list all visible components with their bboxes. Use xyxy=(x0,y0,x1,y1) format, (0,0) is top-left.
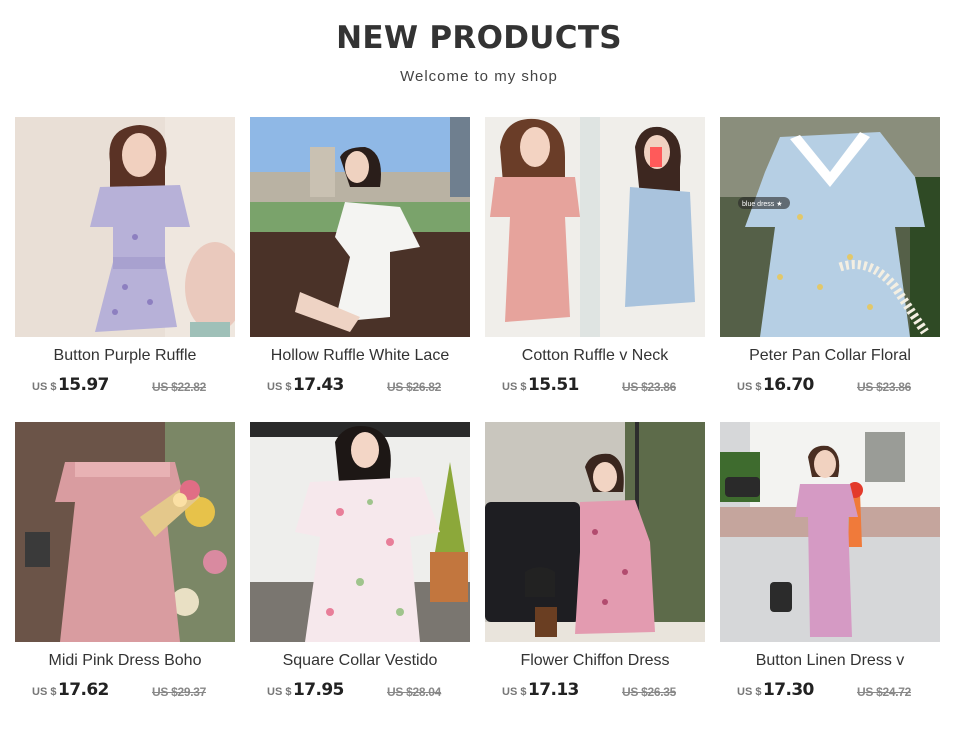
original-price: US $28.04 xyxy=(387,685,442,699)
product-photo[interactable] xyxy=(720,422,940,642)
product-card[interactable]: Button Purple Ruffle US $ 15.97 US $22.8… xyxy=(15,117,235,422)
product-card[interactable]: blue dress ★ Peter Pan Collar Floral US … xyxy=(720,117,940,422)
dress-photo-icon xyxy=(15,117,235,337)
price-row: US $ 16.70 US $23.86 xyxy=(737,375,937,399)
product-name[interactable]: Button Linen Dress v xyxy=(714,652,946,670)
dress-photo-icon xyxy=(250,422,470,642)
product-name[interactable]: Cotton Ruffle v Neck xyxy=(479,347,711,365)
price-row: US $ 15.97 US $22.82 xyxy=(32,375,232,399)
original-price: US $24.72 xyxy=(857,685,912,699)
product-card[interactable]: Midi Pink Dress Boho US $ 17.62 US $29.3… xyxy=(15,422,235,727)
product-name[interactable]: Button Purple Ruffle xyxy=(9,347,241,365)
price-row: US $ 17.13 US $26.35 xyxy=(502,680,702,704)
product-photo[interactable] xyxy=(485,422,705,642)
product-photo[interactable] xyxy=(485,117,705,337)
original-price: US $22.82 xyxy=(152,380,207,394)
product-grid: Button Purple Ruffle US $ 15.97 US $22.8… xyxy=(15,117,940,727)
product-name[interactable]: Hollow Ruffle White Lace xyxy=(244,347,476,365)
price-row: US $ 15.51 US $23.86 xyxy=(502,375,702,399)
price-row: US $ 17.95 US $28.04 xyxy=(267,680,467,704)
currency-label: US $ xyxy=(737,381,762,393)
product-card[interactable]: Button Linen Dress v US $ 17.30 US $24.7… xyxy=(720,422,940,727)
currency-label: US $ xyxy=(737,686,762,698)
price-row: US $ 17.62 US $29.37 xyxy=(32,680,232,704)
product-name[interactable]: Flower Chiffon Dress xyxy=(479,652,711,670)
currency-label: US $ xyxy=(32,381,57,393)
original-price: US $23.86 xyxy=(622,380,677,394)
page-title: NEW PRODUCTS xyxy=(336,20,622,56)
sale-price: 15.97 xyxy=(58,375,109,395)
currency-label: US $ xyxy=(267,381,292,393)
sale-price: 17.43 xyxy=(293,375,344,395)
dress-photo-icon xyxy=(250,117,470,337)
dress-photo-icon xyxy=(485,117,705,337)
sale-price: 17.13 xyxy=(528,680,579,700)
currency-label: US $ xyxy=(267,686,292,698)
product-photo[interactable] xyxy=(15,117,235,337)
currency-label: US $ xyxy=(32,686,57,698)
product-name[interactable]: Square Collar Vestido xyxy=(244,652,476,670)
product-name[interactable]: Midi Pink Dress Boho xyxy=(9,652,241,670)
sale-price: 17.30 xyxy=(763,680,814,700)
product-photo[interactable] xyxy=(250,422,470,642)
product-photo[interactable] xyxy=(250,117,470,337)
original-price: US $26.35 xyxy=(622,685,677,699)
product-photo[interactable] xyxy=(15,422,235,642)
currency-label: US $ xyxy=(502,381,527,393)
product-card[interactable]: Flower Chiffon Dress US $ 17.13 US $26.3… xyxy=(485,422,705,727)
product-name[interactable]: Peter Pan Collar Floral xyxy=(714,347,946,365)
sale-price: 16.70 xyxy=(763,375,814,395)
page-subtitle: Welcome to my shop xyxy=(400,68,558,85)
price-row: US $ 17.30 US $24.72 xyxy=(737,680,937,704)
dress-photo-icon: blue dress ★ xyxy=(720,117,940,337)
product-card[interactable]: Cotton Ruffle v Neck US $ 15.51 US $23.8… xyxy=(485,117,705,422)
original-price: US $29.37 xyxy=(152,685,207,699)
sale-price: 17.62 xyxy=(58,680,109,700)
product-photo[interactable]: blue dress ★ xyxy=(720,117,940,337)
original-price: US $26.82 xyxy=(387,380,442,394)
price-row: US $ 17.43 US $26.82 xyxy=(267,375,467,399)
sale-price: 17.95 xyxy=(293,680,344,700)
original-price: US $23.86 xyxy=(857,380,912,394)
product-card[interactable]: Hollow Ruffle White Lace US $ 17.43 US $… xyxy=(250,117,470,422)
dress-photo-icon xyxy=(720,422,940,642)
product-card[interactable]: Square Collar Vestido US $ 17.95 US $28.… xyxy=(250,422,470,727)
svg-text:blue dress ★: blue dress ★ xyxy=(742,200,783,208)
sale-price: 15.51 xyxy=(528,375,579,395)
currency-label: US $ xyxy=(502,686,527,698)
dress-photo-icon xyxy=(485,422,705,642)
dress-photo-icon xyxy=(15,422,235,642)
